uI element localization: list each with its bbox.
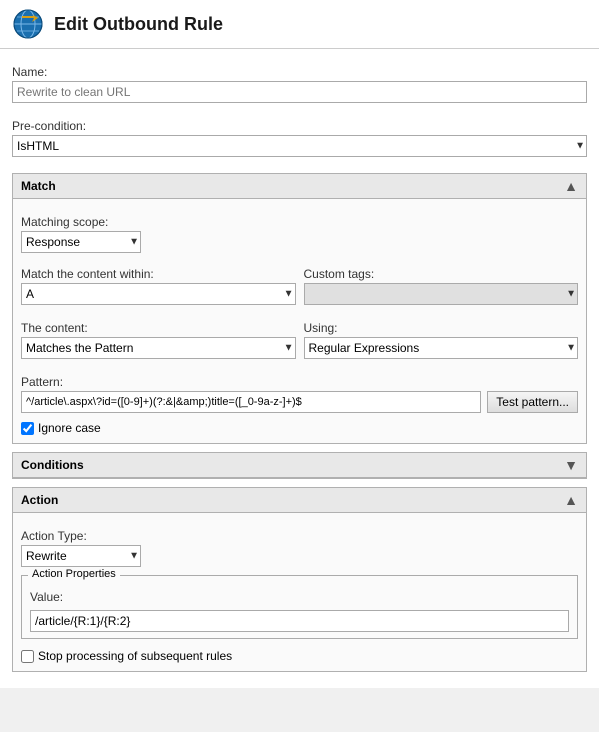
action-properties-group: Action Properties Value: [21, 575, 578, 639]
custom-tags-wrapper: ▼ [304, 283, 579, 305]
the-content-wrapper: Matches the Pattern ▼ [21, 337, 296, 359]
match-content-select[interactable]: A [21, 283, 296, 305]
match-section-body: Matching scope: Response ▼ Match the con… [13, 199, 586, 443]
conditions-toggle-icon: ▼ [564, 457, 578, 473]
matching-scope-select[interactable]: Response [21, 231, 141, 253]
page-title: Edit Outbound Rule [54, 14, 223, 35]
the-content-label: The content: [21, 321, 296, 335]
using-wrapper: Regular Expressions ▼ [304, 337, 579, 359]
name-label: Name: [12, 65, 587, 79]
conditions-section-title: Conditions [21, 458, 84, 472]
matching-scope-wrapper: Response ▼ [21, 231, 141, 253]
action-type-wrapper: Rewrite ▼ [21, 545, 141, 567]
action-toggle-icon: ▲ [564, 492, 578, 508]
name-input[interactable] [12, 81, 587, 103]
match-section: Match ▲ Matching scope: Response ▼ Match… [12, 173, 587, 444]
match-section-title: Match [21, 179, 56, 193]
action-type-select[interactable]: Rewrite [21, 545, 141, 567]
match-content-wrapper: A ▼ [21, 283, 296, 305]
action-section-title: Action [21, 493, 58, 507]
precondition-wrapper: IsHTML ▼ [12, 135, 587, 157]
action-type-label: Action Type: [21, 529, 578, 543]
ignore-case-row: Ignore case [21, 421, 578, 435]
action-section: Action ▲ Action Type: Rewrite ▼ Action P… [12, 487, 587, 672]
stop-processing-checkbox[interactable] [21, 650, 34, 663]
value-container: Value: [30, 590, 569, 632]
match-content-row: Match the content within: A ▼ Custom tag… [21, 259, 578, 305]
main-content: Name: Pre-condition: IsHTML ▼ Match ▲ Ma… [0, 49, 599, 688]
dialog-header: Edit Outbound Rule [0, 0, 599, 49]
precondition-label: Pre-condition: [12, 119, 587, 133]
ignore-case-label[interactable]: Ignore case [38, 421, 101, 435]
using-select[interactable]: Regular Expressions [304, 337, 579, 359]
pattern-row: Test pattern... [21, 391, 578, 413]
test-pattern-button[interactable]: Test pattern... [487, 391, 578, 413]
custom-tags-label: Custom tags: [304, 267, 579, 281]
matching-scope-label: Matching scope: [21, 215, 578, 229]
the-content-select[interactable]: Matches the Pattern [21, 337, 296, 359]
value-label: Value: [30, 590, 569, 604]
match-section-header[interactable]: Match ▲ [13, 174, 586, 199]
the-content-col: The content: Matches the Pattern ▼ [21, 313, 296, 359]
match-content-col: Match the content within: A ▼ [21, 259, 296, 305]
value-input[interactable] [30, 610, 569, 632]
match-toggle-icon: ▲ [564, 178, 578, 194]
pattern-input[interactable] [21, 391, 481, 413]
action-section-body: Action Type: Rewrite ▼ Action Properties… [13, 513, 586, 671]
action-properties-legend: Action Properties [28, 568, 120, 580]
action-section-header[interactable]: Action ▲ [13, 488, 586, 513]
conditions-section: Conditions ▼ [12, 452, 587, 479]
precondition-select[interactable]: IsHTML [12, 135, 587, 157]
stop-processing-row: Stop processing of subsequent rules [21, 649, 578, 663]
ignore-case-checkbox[interactable] [21, 422, 34, 435]
custom-tags-col: Custom tags: ▼ [304, 259, 579, 305]
app-icon [12, 8, 44, 40]
conditions-section-header[interactable]: Conditions ▼ [13, 453, 586, 478]
using-label: Using: [304, 321, 579, 335]
stop-processing-label[interactable]: Stop processing of subsequent rules [38, 649, 232, 663]
using-col: Using: Regular Expressions ▼ [304, 313, 579, 359]
pattern-label: Pattern: [21, 375, 578, 389]
content-using-row: The content: Matches the Pattern ▼ Using… [21, 313, 578, 359]
custom-tags-select[interactable] [304, 283, 579, 305]
match-content-label: Match the content within: [21, 267, 296, 281]
